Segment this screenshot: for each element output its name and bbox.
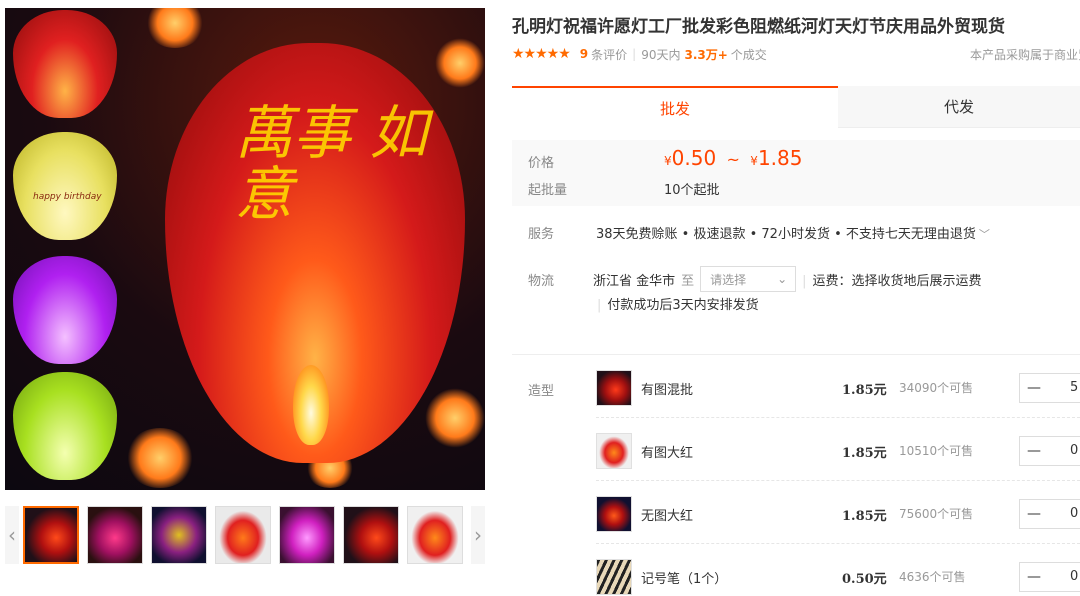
product-title: 孔明灯祝福许愿灯工厂批发彩色阻燃纸河灯天灯节庆用品外贸现货 — [512, 17, 1005, 37]
lantern-calligraphy: 萬事 如意 — [235, 99, 428, 228]
sku-row: 有图混批 1.85元 34090个可售 — 5 — [596, 356, 1080, 418]
decrease-button[interactable]: — — [1020, 374, 1048, 402]
chevron-down-icon: ﹀ — [978, 228, 990, 241]
destination-placeholder: 请选择 — [710, 272, 747, 287]
divider: | — [632, 47, 637, 61]
lantern-color-strip: happy birthday — [5, 8, 125, 490]
service-text: 38天免费赊账 • 极速退款 • 72小时发货 • 不支持七天无理由退货 — [596, 227, 976, 242]
sku-name: 无图大红 — [641, 509, 694, 524]
background-lantern-glow — [125, 428, 195, 488]
sku-thumbnail[interactable] — [596, 370, 632, 406]
rating-row: ★★★★★ 9 条评价 | 90天内 3.3万+ 个成交 — [512, 45, 767, 63]
sku-price: 1.85元 — [842, 446, 887, 461]
thumbnail-6[interactable] — [343, 506, 399, 564]
thumbnail-strip: ‹ › — [5, 506, 485, 564]
moq-label: 起批量 — [528, 183, 568, 198]
background-lantern-glow — [145, 8, 205, 48]
background-lantern-glow — [425, 388, 485, 448]
rating-stars-icon: ★★★★★ — [512, 46, 571, 62]
price-range-separator: ~ — [726, 150, 740, 169]
birthday-text: happy birthday — [33, 192, 102, 202]
next-thumbnail-button[interactable]: › — [471, 506, 485, 564]
quantity-stepper: — 5 — [1019, 373, 1080, 403]
sku-stock: 10510个可售 — [899, 444, 974, 458]
decrease-button[interactable]: — — [1020, 563, 1048, 591]
price-max: 1.85 — [757, 146, 803, 170]
sku-thumbnail[interactable] — [596, 559, 632, 595]
quantity-input[interactable]: 0 — [1070, 443, 1078, 458]
background-lantern-glow — [435, 38, 485, 88]
sales-label: 个成交 — [730, 47, 767, 62]
main-product-image[interactable]: 萬事 如意 happy birthday — [5, 8, 485, 490]
sku-price: 0.50元 — [842, 572, 887, 587]
sku-stock: 34090个可售 — [899, 381, 974, 395]
purchase-mode-tabs: 批发 代发 — [512, 86, 1080, 128]
logistics-label: 物流 — [528, 274, 555, 289]
currency-symbol: ¥ — [750, 154, 758, 168]
thumbnail-1[interactable] — [23, 506, 79, 564]
red-sky-lantern: 萬事 如意 — [165, 43, 465, 463]
logistics-row: 浙江省 金华市 至 请选择 ⌄ | 运费：选择收货地后展示运费 — [593, 266, 982, 292]
currency-symbol: ¥ — [664, 154, 672, 168]
quantity-stepper: — 0 — [1019, 562, 1080, 592]
price-panel: 价格 ¥0.50 ~ ¥1.85 起批量 10个起批 — [512, 140, 1080, 206]
red-lantern — [13, 10, 117, 118]
quantity-stepper: — 0 — [1019, 499, 1080, 529]
sku-name: 有图混批 — [641, 383, 694, 398]
quantity-input[interactable]: 0 — [1070, 506, 1078, 521]
sku-price: 1.85元 — [842, 383, 887, 398]
sku-row: 有图大红 1.85元 10510个可售 — 0 — [596, 419, 1080, 481]
tab-wholesale[interactable]: 批发 — [512, 86, 838, 128]
price-min: 0.50 — [671, 146, 717, 170]
prev-thumbnail-button[interactable]: ‹ — [5, 506, 19, 564]
price-label: 价格 — [528, 156, 555, 171]
shipping-note: | 运费：选择收货地后展示运费 — [802, 273, 982, 289]
decrease-button[interactable]: — — [1020, 437, 1048, 465]
sku-stock: 4636个可售 — [899, 570, 966, 584]
sku-thumbnail[interactable] — [596, 433, 632, 469]
sales-count: 3.3万+ — [684, 47, 728, 62]
sku-stock: 75600个可售 — [899, 507, 974, 521]
quantity-stepper: — 0 — [1019, 436, 1080, 466]
yellow-lantern: happy birthday — [13, 132, 117, 240]
purple-lantern — [13, 256, 117, 364]
to-label: 至 — [681, 273, 695, 289]
chevron-down-icon: ⌄ — [777, 272, 788, 286]
tab-dropship[interactable]: 代发 — [838, 86, 1080, 128]
sku-row: 无图大红 1.85元 75600个可售 — 0 — [596, 482, 1080, 544]
thumbnail-4[interactable] — [215, 506, 271, 564]
section-divider — [512, 354, 1080, 355]
quantity-input[interactable]: 5 — [1070, 380, 1078, 395]
decrease-button[interactable]: — — [1020, 500, 1048, 528]
price-range: ¥0.50 ~ ¥1.85 — [664, 146, 802, 170]
product-page: 萬事 如意 happy birthday ‹ › 孔明灯祝福许愿灯工厂批发彩色阻… — [0, 0, 1080, 596]
quantity-input[interactable]: 0 — [1070, 569, 1078, 584]
review-count[interactable]: 9 — [580, 47, 588, 61]
sku-row: 记号笔（1个） 0.50元 4636个可售 — 0 — [596, 545, 1080, 596]
options-label: 造型 — [528, 384, 555, 399]
dispatch-note: | 付款成功后3天内安排发货 — [597, 298, 759, 313]
service-terms[interactable]: 38天免费赊账 • 极速退款 • 72小时发货 • 不支持七天无理由退货 ﹀ — [596, 223, 990, 242]
destination-select[interactable]: 请选择 ⌄ — [700, 266, 797, 292]
ship-origin: 浙江省 金华市 — [593, 273, 676, 289]
thumbnail-3[interactable] — [151, 506, 207, 564]
sku-name: 记号笔（1个） — [641, 572, 728, 587]
thumbnail-5[interactable] — [279, 506, 335, 564]
thumbnail-7[interactable] — [407, 506, 463, 564]
period-label: 90天内 — [641, 47, 681, 62]
service-label: 服务 — [528, 227, 555, 242]
sku-thumbnail[interactable] — [596, 496, 632, 532]
review-label[interactable]: 条评价 — [591, 46, 627, 63]
thumbnail-2[interactable] — [87, 506, 143, 564]
commercial-notice: 本产品采购属于商业贸 — [970, 48, 1080, 62]
green-lantern — [13, 372, 117, 480]
moq-value: 10个起批 — [664, 183, 720, 198]
sku-price: 1.85元 — [842, 509, 887, 524]
sku-name: 有图大红 — [641, 446, 694, 461]
lantern-flame — [293, 365, 329, 445]
